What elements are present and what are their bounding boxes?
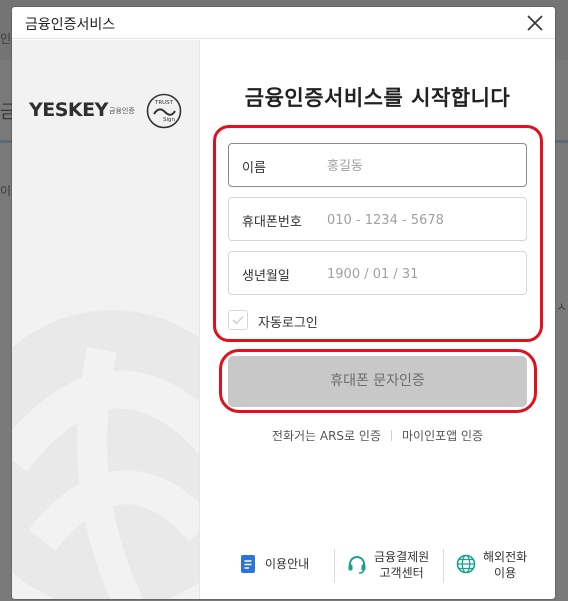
support-button[interactable]: 금융결제원 고객센터 [346,545,438,585]
overseas-label-line2: 이용 [494,566,517,580]
auth-modal: 금융인증서비스 YESKEY 금융인증 TRUST Sign 금융인증서비스를 … [12,7,555,599]
close-icon [527,15,543,31]
logo-wordmark: YESKEY [29,99,108,121]
brand-panel: YESKEY 금융인증 TRUST Sign [12,40,200,599]
myinfo-app-link[interactable]: 마이인포앱 인증 [402,429,483,443]
trust-sign-icon: TRUST Sign [146,93,182,129]
close-button[interactable] [525,13,545,33]
name-input[interactable] [327,152,517,180]
guide-label: 이용안내 [265,557,310,571]
headset-icon [348,556,366,574]
name-field[interactable]: 이름 [228,143,527,187]
auto-login-checkbox[interactable] [228,310,248,330]
sms-auth-button[interactable]: 휴대폰 문자인증 [228,356,527,407]
footer-menu: 이용안내 금융결제원 고객센터 해외전화 이용 [200,545,555,585]
name-label: 이름 [242,161,266,176]
overseas-button[interactable]: 해외전화 이용 [455,545,535,585]
overseas-label-line1: 해외전화 [483,550,528,564]
support-label: 금융결제원 고객센터 [374,549,429,581]
birth-label: 생년월일 [242,269,290,284]
page-title: 금융인증서비스를 시작합니다 [244,86,511,110]
footer-divider [334,549,335,583]
form-panel: 금융인증서비스를 시작합니다 이름 휴대폰번호 생년월일 자동로그인 휴대폰 문… [200,40,555,599]
auto-login-label: 자동로그인 [258,316,318,331]
support-label-line1: 금융결제원 [374,550,430,564]
birth-field[interactable]: 생년월일 [228,251,527,295]
phone-label: 휴대폰번호 [242,215,302,230]
phone-input[interactable] [327,206,517,234]
modal-header: 금융인증서비스 [12,7,555,39]
document-icon [241,555,255,573]
phone-field[interactable]: 휴대폰번호 [228,197,527,241]
logo-subtext: 금융인증 [109,107,135,115]
background-text: 이 [0,184,12,198]
modal-title: 금융인증서비스 [25,17,116,33]
watermark-graphic [12,310,199,599]
globe-icon [456,554,476,574]
background-text: ㅅ [556,300,568,314]
alt-auth-links: 전화거는 ARS로 인증 마이인포앱 인증 [200,427,555,444]
check-icon [232,315,244,325]
support-label-line2: 고객센터 [379,566,424,580]
footer-divider [443,549,444,583]
svg-text:Sign: Sign [163,117,176,123]
link-divider [390,430,392,441]
yeskey-logo: YESKEY 금융인증 TRUST Sign [29,90,189,134]
guide-button[interactable]: 이용안내 [237,545,317,585]
birth-input[interactable] [327,260,517,288]
ars-auth-link[interactable]: 전화거는 ARS로 인증 [272,429,381,443]
svg-text:TRUST: TRUST [154,100,174,106]
overseas-label: 해외전화 이용 [483,549,527,581]
